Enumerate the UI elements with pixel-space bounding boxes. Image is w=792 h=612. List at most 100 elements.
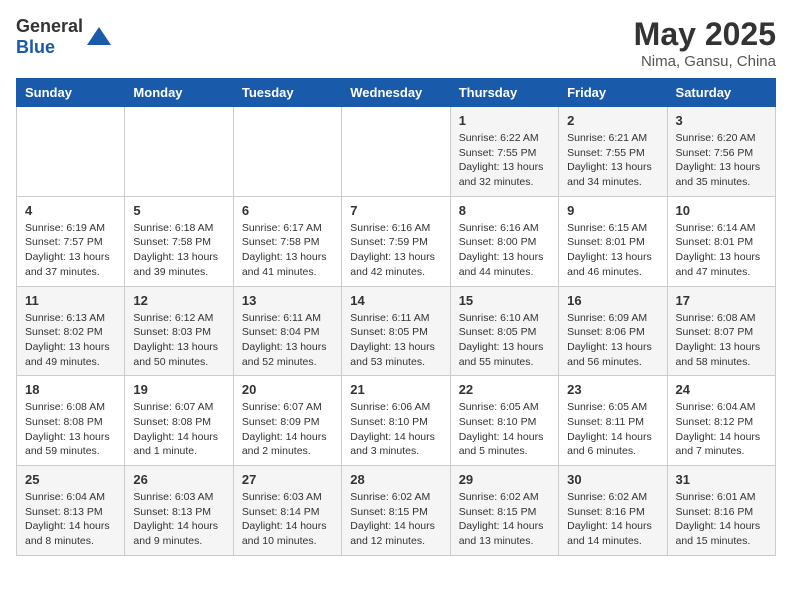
calendar-day-cell xyxy=(342,107,450,197)
day-number: 31 xyxy=(676,472,767,487)
day-number: 26 xyxy=(133,472,224,487)
day-info: Sunrise: 6:02 AM Sunset: 8:16 PM Dayligh… xyxy=(567,490,658,549)
day-number: 18 xyxy=(25,382,116,397)
day-info: Sunrise: 6:12 AM Sunset: 8:03 PM Dayligh… xyxy=(133,311,224,370)
day-info: Sunrise: 6:16 AM Sunset: 7:59 PM Dayligh… xyxy=(350,221,441,280)
day-info: Sunrise: 6:11 AM Sunset: 8:05 PM Dayligh… xyxy=(350,311,441,370)
day-number: 3 xyxy=(676,113,767,128)
day-number: 21 xyxy=(350,382,441,397)
day-number: 12 xyxy=(133,293,224,308)
day-number: 19 xyxy=(133,382,224,397)
title-block: May 2025 Nima, Gansu, China xyxy=(634,16,776,70)
day-number: 11 xyxy=(25,293,116,308)
calendar-day-cell: 11 Sunrise: 6:13 AM Sunset: 8:02 PM Dayli… xyxy=(17,286,125,376)
day-number: 22 xyxy=(459,382,550,397)
calendar-day-cell: 25 Sunrise: 6:04 AM Sunset: 8:13 PM Dayli… xyxy=(17,466,125,556)
day-info: Sunrise: 6:21 AM Sunset: 7:55 PM Dayligh… xyxy=(567,131,658,190)
day-number: 8 xyxy=(459,203,550,218)
calendar-day-cell xyxy=(125,107,233,197)
day-info: Sunrise: 6:07 AM Sunset: 8:08 PM Dayligh… xyxy=(133,400,224,459)
logo-blue: Blue xyxy=(16,37,55,57)
day-number: 16 xyxy=(567,293,658,308)
calendar-day-cell: 23 Sunrise: 6:05 AM Sunset: 8:11 PM Dayli… xyxy=(559,376,667,466)
weekday-header-monday: Monday xyxy=(125,79,233,107)
logo: General Blue xyxy=(16,16,113,58)
day-info: Sunrise: 6:17 AM Sunset: 7:58 PM Dayligh… xyxy=(242,221,333,280)
calendar-day-cell: 22 Sunrise: 6:05 AM Sunset: 8:10 PM Dayli… xyxy=(450,376,558,466)
day-info: Sunrise: 6:08 AM Sunset: 8:08 PM Dayligh… xyxy=(25,400,116,459)
weekday-header-friday: Friday xyxy=(559,79,667,107)
calendar-day-cell: 17 Sunrise: 6:08 AM Sunset: 8:07 PM Dayli… xyxy=(667,286,775,376)
day-info: Sunrise: 6:16 AM Sunset: 8:00 PM Dayligh… xyxy=(459,221,550,280)
day-info: Sunrise: 6:04 AM Sunset: 8:12 PM Dayligh… xyxy=(676,400,767,459)
day-number: 9 xyxy=(567,203,658,218)
day-number: 25 xyxy=(25,472,116,487)
calendar-day-cell: 2 Sunrise: 6:21 AM Sunset: 7:55 PM Daylig… xyxy=(559,107,667,197)
day-info: Sunrise: 6:03 AM Sunset: 8:13 PM Dayligh… xyxy=(133,490,224,549)
day-number: 29 xyxy=(459,472,550,487)
day-info: Sunrise: 6:20 AM Sunset: 7:56 PM Dayligh… xyxy=(676,131,767,190)
calendar-week-1: 1Sunrise: 6:22 AM Sunset: 7:55 PM Daylig… xyxy=(17,107,776,197)
calendar-week-2: 4Sunrise: 6:19 AM Sunset: 7:57 PM Daylig… xyxy=(17,196,776,286)
page-header: General Blue May 2025 Nima, Gansu, China xyxy=(16,16,776,70)
weekday-header-tuesday: Tuesday xyxy=(233,79,341,107)
day-number: 15 xyxy=(459,293,550,308)
day-info: Sunrise: 6:05 AM Sunset: 8:10 PM Dayligh… xyxy=(459,400,550,459)
calendar-day-cell: 18 Sunrise: 6:08 AM Sunset: 8:08 PM Dayli… xyxy=(17,376,125,466)
day-info: Sunrise: 6:10 AM Sunset: 8:05 PM Dayligh… xyxy=(459,311,550,370)
day-number: 23 xyxy=(567,382,658,397)
month-title: May 2025 xyxy=(634,16,776,53)
weekday-header-saturday: Saturday xyxy=(667,79,775,107)
day-info: Sunrise: 6:14 AM Sunset: 8:01 PM Dayligh… xyxy=(676,221,767,280)
day-info: Sunrise: 6:07 AM Sunset: 8:09 PM Dayligh… xyxy=(242,400,333,459)
calendar-day-cell: 4Sunrise: 6:19 AM Sunset: 7:57 PM Daylig… xyxy=(17,196,125,286)
weekday-header-wednesday: Wednesday xyxy=(342,79,450,107)
day-number: 28 xyxy=(350,472,441,487)
day-number: 5 xyxy=(133,203,224,218)
calendar-day-cell: 6Sunrise: 6:17 AM Sunset: 7:58 PM Daylig… xyxy=(233,196,341,286)
day-number: 20 xyxy=(242,382,333,397)
calendar-week-4: 18 Sunrise: 6:08 AM Sunset: 8:08 PM Dayli… xyxy=(17,376,776,466)
day-info: Sunrise: 6:09 AM Sunset: 8:06 PM Dayligh… xyxy=(567,311,658,370)
calendar-day-cell: 16 Sunrise: 6:09 AM Sunset: 8:06 PM Dayli… xyxy=(559,286,667,376)
calendar-day-cell: 24 Sunrise: 6:04 AM Sunset: 8:12 PM Dayli… xyxy=(667,376,775,466)
day-info: Sunrise: 6:03 AM Sunset: 8:14 PM Dayligh… xyxy=(242,490,333,549)
day-info: Sunrise: 6:19 AM Sunset: 7:57 PM Dayligh… xyxy=(25,221,116,280)
calendar-week-3: 11 Sunrise: 6:13 AM Sunset: 8:02 PM Dayli… xyxy=(17,286,776,376)
day-number: 30 xyxy=(567,472,658,487)
calendar-day-cell: 30 Sunrise: 6:02 AM Sunset: 8:16 PM Dayli… xyxy=(559,466,667,556)
day-number: 2 xyxy=(567,113,658,128)
day-info: Sunrise: 6:02 AM Sunset: 8:15 PM Dayligh… xyxy=(459,490,550,549)
calendar-day-cell: 14Sunrise: 6:11 AM Sunset: 8:05 PM Dayli… xyxy=(342,286,450,376)
calendar-day-cell: 21 Sunrise: 6:06 AM Sunset: 8:10 PM Dayli… xyxy=(342,376,450,466)
calendar-day-cell: 8 Sunrise: 6:16 AM Sunset: 8:00 PM Daylig… xyxy=(450,196,558,286)
calendar-day-cell: 28Sunrise: 6:02 AM Sunset: 8:15 PM Dayli… xyxy=(342,466,450,556)
day-info: Sunrise: 6:18 AM Sunset: 7:58 PM Dayligh… xyxy=(133,221,224,280)
day-info: Sunrise: 6:05 AM Sunset: 8:11 PM Dayligh… xyxy=(567,400,658,459)
calendar-day-cell: 13Sunrise: 6:11 AM Sunset: 8:04 PM Dayli… xyxy=(233,286,341,376)
day-info: Sunrise: 6:13 AM Sunset: 8:02 PM Dayligh… xyxy=(25,311,116,370)
day-info: Sunrise: 6:04 AM Sunset: 8:13 PM Dayligh… xyxy=(25,490,116,549)
calendar-week-5: 25 Sunrise: 6:04 AM Sunset: 8:13 PM Dayli… xyxy=(17,466,776,556)
weekday-header-row: SundayMondayTuesdayWednesdayThursdayFrid… xyxy=(17,79,776,107)
calendar-day-cell: 5 Sunrise: 6:18 AM Sunset: 7:58 PM Daylig… xyxy=(125,196,233,286)
calendar-day-cell: 20 Sunrise: 6:07 AM Sunset: 8:09 PM Dayli… xyxy=(233,376,341,466)
logo-general: General xyxy=(16,16,83,36)
logo-icon xyxy=(85,23,113,51)
logo-text: General Blue xyxy=(16,16,83,58)
day-number: 17 xyxy=(676,293,767,308)
day-number: 24 xyxy=(676,382,767,397)
calendar-day-cell: 10 Sunrise: 6:14 AM Sunset: 8:01 PM Dayli… xyxy=(667,196,775,286)
day-info: Sunrise: 6:01 AM Sunset: 8:16 PM Dayligh… xyxy=(676,490,767,549)
day-info: Sunrise: 6:06 AM Sunset: 8:10 PM Dayligh… xyxy=(350,400,441,459)
calendar-day-cell: 19 Sunrise: 6:07 AM Sunset: 8:08 PM Dayli… xyxy=(125,376,233,466)
calendar-day-cell: 1Sunrise: 6:22 AM Sunset: 7:55 PM Daylig… xyxy=(450,107,558,197)
location-title: Nima, Gansu, China xyxy=(634,53,776,70)
calendar-table: SundayMondayTuesdayWednesdayThursdayFrid… xyxy=(16,78,776,556)
calendar-day-cell: 3 Sunrise: 6:20 AM Sunset: 7:56 PM Daylig… xyxy=(667,107,775,197)
day-info: Sunrise: 6:08 AM Sunset: 8:07 PM Dayligh… xyxy=(676,311,767,370)
day-number: 7 xyxy=(350,203,441,218)
day-number: 10 xyxy=(676,203,767,218)
day-info: Sunrise: 6:11 AM Sunset: 8:04 PM Dayligh… xyxy=(242,311,333,370)
calendar-day-cell: 29 Sunrise: 6:02 AM Sunset: 8:15 PM Dayli… xyxy=(450,466,558,556)
